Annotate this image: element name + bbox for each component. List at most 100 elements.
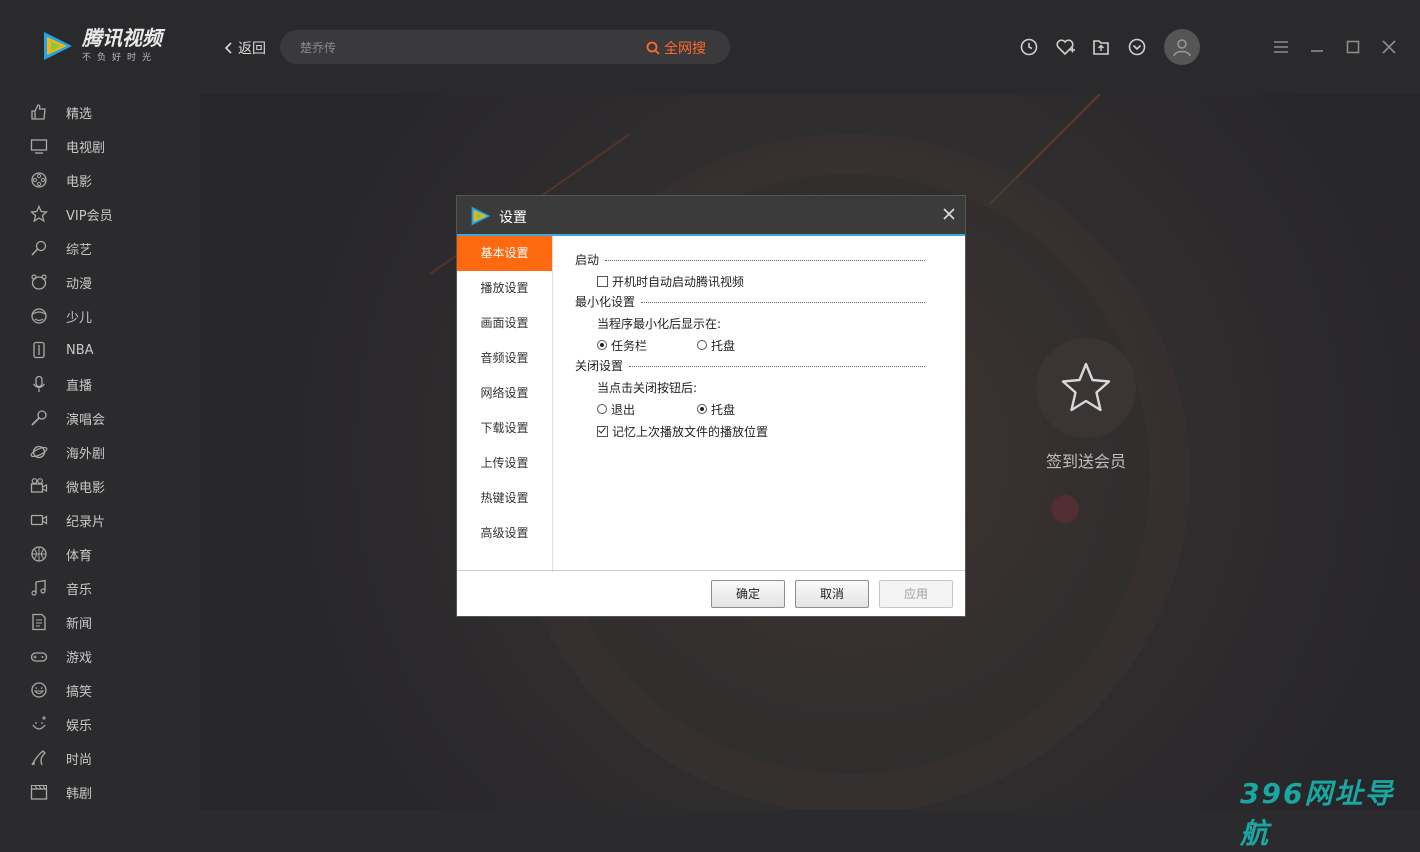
sidebar-item-kids[interactable]: 少儿 bbox=[0, 299, 200, 333]
brand-slogan: 不负好时光 bbox=[82, 53, 158, 63]
app-logo[interactable]: 腾讯视频 不负好时光 bbox=[40, 28, 162, 63]
sidebar-item-jingxuan[interactable]: 精选 bbox=[0, 95, 200, 129]
settings-body: 启动 开机时自动启动腾讯视频 最小化设置 当程序最小化后显示在: 任务栏 托盘 … bbox=[575, 250, 925, 442]
sidebar-item-games[interactable]: 游戏 bbox=[0, 639, 200, 673]
sidebar-item-funny[interactable]: 搞笑 bbox=[0, 673, 200, 707]
basketball-icon bbox=[30, 545, 48, 563]
sidebar-item-label: 时尚 bbox=[66, 752, 93, 768]
taskbar-radio[interactable] bbox=[597, 340, 607, 350]
sidebar-item-label: 电视剧 bbox=[66, 140, 106, 156]
chevron-left-icon bbox=[224, 42, 232, 54]
nba-icon bbox=[30, 341, 48, 359]
user-avatar[interactable] bbox=[1164, 29, 1200, 65]
sidebar-item-concert[interactable]: 演唱会 bbox=[0, 401, 200, 435]
sidebar-item-variety[interactable]: 综艺 bbox=[0, 231, 200, 265]
sidebar-item-fashion[interactable]: 时尚 bbox=[0, 741, 200, 775]
camera-icon bbox=[30, 477, 48, 495]
search-icon bbox=[646, 41, 660, 55]
exit-label: 退出 bbox=[611, 402, 636, 417]
maximize-icon[interactable] bbox=[1344, 38, 1362, 56]
upload-icon[interactable] bbox=[1090, 36, 1112, 58]
tencent-video-logo-icon bbox=[471, 206, 491, 226]
dialog-title-bar: 设置 bbox=[457, 196, 965, 236]
star-icon bbox=[1061, 362, 1111, 412]
section-minimize: 最小化设置 bbox=[575, 292, 925, 310]
exit-radio[interactable] bbox=[597, 404, 607, 414]
sidebar-item-documentary[interactable]: 纪录片 bbox=[0, 503, 200, 537]
close-icon[interactable] bbox=[1380, 38, 1398, 56]
settings-nav-hotkeys[interactable]: 热键设置 bbox=[457, 481, 552, 516]
sidebar-item-label: 演唱会 bbox=[66, 412, 106, 428]
sidebar-item-anime[interactable]: 动漫 bbox=[0, 265, 200, 299]
history-icon[interactable] bbox=[1018, 36, 1040, 58]
section-startup: 启动 bbox=[575, 250, 925, 268]
settings-nav-picture[interactable]: 画面设置 bbox=[457, 306, 552, 341]
section-title: 关闭设置 bbox=[575, 358, 624, 373]
user-icon bbox=[1173, 39, 1191, 57]
sidebar-item-label: 纪录片 bbox=[66, 514, 106, 530]
settings-nav-network[interactable]: 网络设置 bbox=[457, 376, 552, 411]
search-all-button[interactable]: 全网搜 bbox=[646, 38, 706, 58]
dialog-footer: 确定 取消 应用 bbox=[457, 570, 965, 617]
sidebar-item-nba[interactable]: NBA bbox=[0, 333, 200, 367]
tray-radio[interactable] bbox=[697, 340, 707, 350]
settings-nav-download[interactable]: 下载设置 bbox=[457, 411, 552, 446]
close-options: 退出 托盘 bbox=[575, 398, 925, 420]
settings-nav-advanced[interactable]: 高级设置 bbox=[457, 516, 552, 551]
sidebar-item-micro-film[interactable]: 微电影 bbox=[0, 469, 200, 503]
sidebar-item-news[interactable]: 新闻 bbox=[0, 605, 200, 639]
settings-nav-upload[interactable]: 上传设置 bbox=[457, 446, 552, 481]
news-icon bbox=[30, 613, 48, 631]
gamepad-icon bbox=[30, 647, 48, 665]
minimize-prompt: 当程序最小化后显示在: bbox=[597, 316, 722, 331]
remember-position-label: 记忆上次播放文件的播放位置 bbox=[612, 424, 769, 439]
music-note-icon bbox=[30, 579, 48, 597]
section-close: 关闭设置 bbox=[575, 356, 925, 374]
settings-nav-playback[interactable]: 播放设置 bbox=[457, 271, 552, 306]
favorites-icon[interactable] bbox=[1054, 36, 1076, 58]
sidebar-item-entertainment[interactable]: 娱乐 bbox=[0, 707, 200, 741]
clapperboard-icon bbox=[30, 783, 48, 801]
close-tray-radio[interactable] bbox=[697, 404, 707, 414]
checkin-widget[interactable]: 签到送会员 bbox=[1036, 338, 1136, 472]
checkin-star-button[interactable] bbox=[1036, 338, 1136, 438]
minimize-icon[interactable] bbox=[1308, 38, 1326, 56]
sidebar-item-label: 动漫 bbox=[66, 276, 93, 292]
minimize-option-tray[interactable]: 托盘 bbox=[697, 337, 797, 354]
dialog-close-icon[interactable] bbox=[941, 206, 957, 222]
settings-nav-audio[interactable]: 音频设置 bbox=[457, 341, 552, 376]
close-option-exit[interactable]: 退出 bbox=[597, 401, 697, 418]
autostart-checkbox[interactable] bbox=[597, 275, 608, 287]
sparkle-face-icon bbox=[30, 715, 48, 733]
sidebar-item-label: 游戏 bbox=[66, 650, 93, 666]
sidebar-item-music[interactable]: 音乐 bbox=[0, 571, 200, 605]
microphone-icon bbox=[30, 375, 48, 393]
sidebar-item-korean-drama[interactable]: 韩剧 bbox=[0, 775, 200, 809]
settings-nav-basic[interactable]: 基本设置 bbox=[457, 236, 552, 271]
apply-button[interactable]: 应用 bbox=[879, 580, 953, 608]
autostart-row[interactable]: 开机时自动启动腾讯视频 bbox=[575, 270, 925, 292]
download-icon[interactable] bbox=[1126, 36, 1148, 58]
back-button[interactable]: 返回 bbox=[224, 38, 266, 58]
remember-position-row[interactable]: 记忆上次播放文件的播放位置 bbox=[575, 420, 925, 442]
sidebar-item-movie[interactable]: 电影 bbox=[0, 163, 200, 197]
section-title: 最小化设置 bbox=[575, 294, 636, 309]
close-option-tray[interactable]: 托盘 bbox=[697, 401, 797, 418]
menu-icon[interactable] bbox=[1272, 38, 1290, 56]
sidebar-item-vip[interactable]: VIP会员 bbox=[0, 197, 200, 231]
close-prompt: 当点击关闭按钮后: bbox=[597, 380, 698, 395]
back-label: 返回 bbox=[238, 41, 266, 57]
search-box: 全网搜 bbox=[280, 30, 730, 64]
search-input[interactable] bbox=[298, 38, 602, 58]
cancel-button[interactable]: 取消 bbox=[795, 580, 869, 608]
remember-position-checkbox[interactable] bbox=[597, 425, 608, 437]
sidebar-item-live[interactable]: 直播 bbox=[0, 367, 200, 401]
sidebar-item-tv[interactable]: 电视剧 bbox=[0, 129, 200, 163]
sidebar-item-sports[interactable]: 体育 bbox=[0, 537, 200, 571]
minimize-option-taskbar[interactable]: 任务栏 bbox=[597, 337, 697, 354]
sidebar-item-overseas[interactable]: 海外剧 bbox=[0, 435, 200, 469]
section-title: 启动 bbox=[575, 252, 600, 267]
search-all-label: 全网搜 bbox=[664, 41, 706, 57]
mic-person-icon bbox=[30, 239, 48, 257]
ok-button[interactable]: 确定 bbox=[711, 580, 785, 608]
